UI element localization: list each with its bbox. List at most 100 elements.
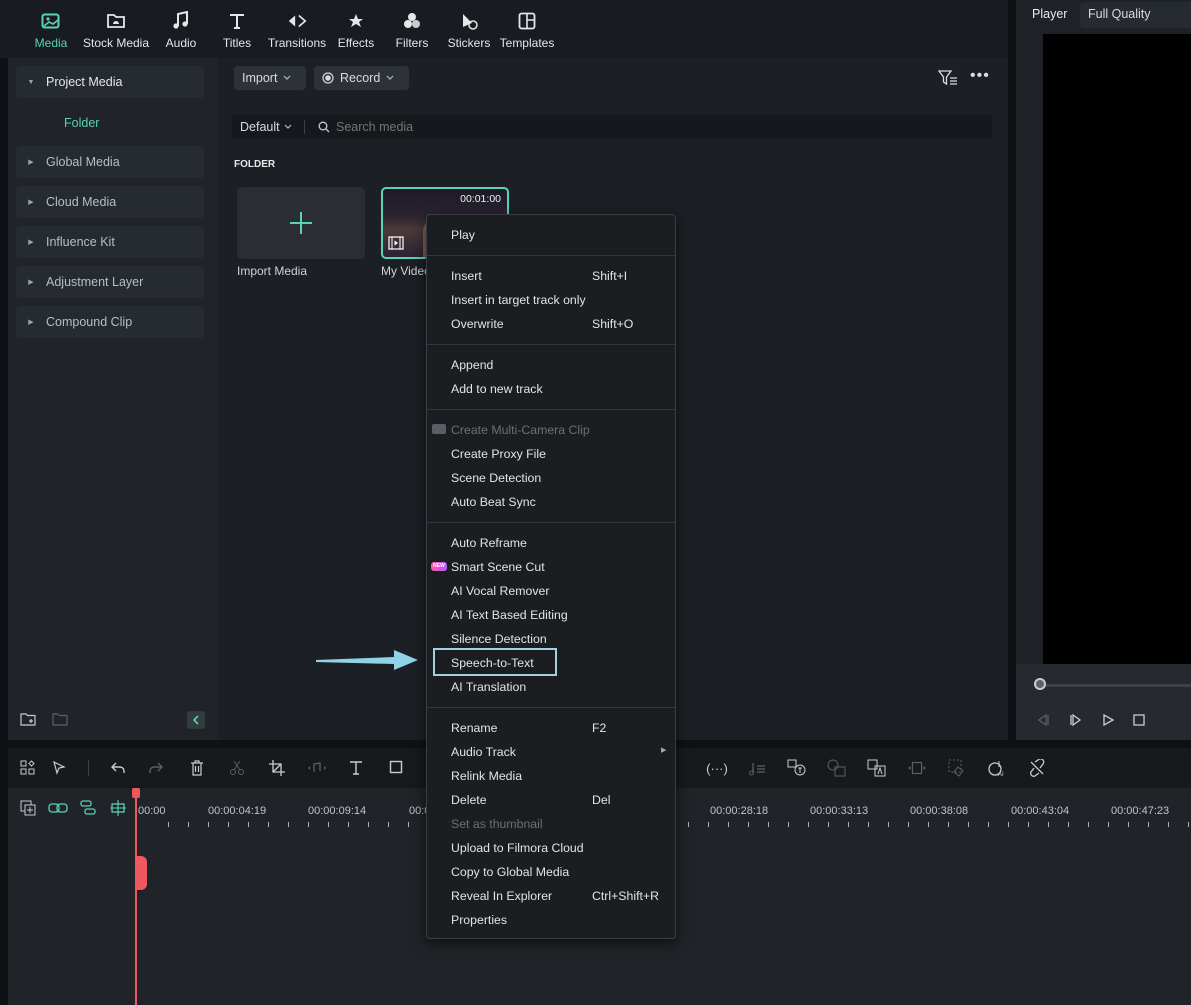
- menu-item-shortcut: Shift+I: [592, 269, 628, 283]
- ruler-tick: [868, 822, 869, 827]
- search-input[interactable]: [336, 118, 976, 136]
- menu-item-add-to-new-track[interactable]: Add to new track: [427, 378, 675, 400]
- progress-handle[interactable]: [1034, 678, 1046, 690]
- music-note-icon: [170, 10, 192, 32]
- menu-item-label: AI Translation: [451, 680, 527, 694]
- menu-item-audio-track[interactable]: Audio Track ▶: [427, 741, 675, 763]
- unlink-icon[interactable]: [1027, 758, 1047, 778]
- move-folder-icon[interactable]: [52, 712, 68, 729]
- menu-item-create-proxy-file[interactable]: Create Proxy File: [427, 443, 675, 465]
- menu-item-reveal-in-explorer[interactable]: Reveal In Explorer Ctrl+Shift+R: [427, 885, 675, 907]
- more-options-icon[interactable]: •••: [970, 68, 990, 84]
- menu-item-copy-to-global-media[interactable]: Copy to Global Media: [427, 861, 675, 883]
- scissors-icon[interactable]: [227, 758, 247, 778]
- record-button[interactable]: Record: [314, 66, 409, 90]
- crop-icon[interactable]: [267, 758, 287, 778]
- sidebar-item-influence-kit[interactable]: ▶ Influence Kit: [16, 226, 204, 258]
- sort-dropdown[interactable]: Default: [240, 120, 292, 134]
- menu-item-silence-detection[interactable]: Silence Detection: [427, 628, 675, 650]
- playhead-handle[interactable]: [132, 788, 140, 798]
- redo-icon[interactable]: [146, 758, 166, 778]
- caret-down-icon: ▼: [27, 78, 35, 86]
- link-clips-icon[interactable]: [48, 798, 68, 818]
- menu-separator: [427, 522, 675, 523]
- menu-item-insert-in-target-track-only[interactable]: Insert in target track only: [427, 289, 675, 311]
- chevron-down-icon: [386, 75, 394, 80]
- menu-item-properties[interactable]: Properties: [427, 909, 675, 931]
- playhead[interactable]: [135, 788, 137, 1005]
- speech-to-text-icon[interactable]: [787, 758, 807, 778]
- menu-item-ai-vocal-remover[interactable]: AI Vocal Remover: [427, 580, 675, 602]
- menu-item-smart-scene-cut[interactable]: NEW Smart Scene Cut: [427, 556, 675, 578]
- track-marker[interactable]: [136, 856, 147, 890]
- menu-item-relink-media[interactable]: Relink Media: [427, 765, 675, 787]
- filter-icon[interactable]: [937, 70, 958, 89]
- menu-item-overwrite[interactable]: Overwrite Shift+O: [427, 313, 675, 335]
- play-icon[interactable]: [1101, 713, 1115, 727]
- collapse-sidebar-button[interactable]: [187, 711, 205, 729]
- record-label: Record: [340, 71, 381, 85]
- menu-item-auto-beat-sync[interactable]: Auto Beat Sync: [427, 491, 675, 513]
- menu-item-delete[interactable]: Delete Del: [427, 789, 675, 811]
- quality-dropdown[interactable]: Full Quality: [1080, 2, 1191, 28]
- next-frame-icon[interactable]: [1069, 713, 1083, 727]
- tab-media[interactable]: Media: [16, 10, 86, 50]
- menu-item-ai-text-based-editing[interactable]: AI Text Based Editing: [427, 604, 675, 626]
- shape-tool-icon[interactable]: [387, 758, 407, 778]
- audio-ducking-icon[interactable]: [747, 758, 767, 778]
- sidebar-item-label: Influence Kit: [46, 235, 115, 249]
- import-media-tile[interactable]: [237, 187, 365, 259]
- freeze-frame-icon[interactable]: (···): [706, 758, 728, 778]
- import-button[interactable]: Import: [234, 66, 306, 90]
- highlight-box: [433, 648, 557, 676]
- keyframe-icon[interactable]: [907, 758, 927, 778]
- sidebar-item-adjustment-layer[interactable]: ▶ Adjustment Layer: [16, 266, 204, 298]
- tab-stock-media[interactable]: Stock Media: [81, 10, 151, 50]
- undo-icon[interactable]: [108, 758, 128, 778]
- ai-translation-icon[interactable]: [867, 758, 887, 778]
- ruler-tick: [1028, 822, 1029, 827]
- menu-item-shortcut: Shift+O: [592, 317, 634, 331]
- sidebar-item-compound-clip[interactable]: ▶ Compound Clip: [16, 306, 204, 338]
- ruler-label: 00:00:43:04: [1011, 805, 1070, 817]
- mask-icon[interactable]: [947, 758, 967, 778]
- menu-item-play[interactable]: Play: [427, 224, 675, 246]
- menu-item-label: AI Vocal Remover: [451, 584, 550, 598]
- ai-music-icon[interactable]: AI: [987, 758, 1007, 778]
- audio-stretch-icon[interactable]: [307, 758, 327, 778]
- select-tool-icon[interactable]: [50, 758, 70, 778]
- sidebar-item-global-media[interactable]: ▶ Global Media: [16, 146, 204, 178]
- ruler-tick: [948, 822, 949, 827]
- sidebar-item-project-media[interactable]: ▼ Project Media: [16, 66, 204, 98]
- menu-item-insert[interactable]: Insert Shift+I: [427, 265, 675, 287]
- text-to-speech-icon[interactable]: [827, 758, 847, 778]
- menu-item-ai-translation[interactable]: AI Translation: [427, 676, 675, 698]
- menu-item-auto-reframe[interactable]: Auto Reframe: [427, 532, 675, 554]
- sort-label: Default: [240, 120, 280, 134]
- previous-frame-icon[interactable]: [1036, 713, 1050, 727]
- ruler-tick: [1188, 822, 1189, 827]
- menu-item-append[interactable]: Append: [427, 354, 675, 376]
- layout-icon[interactable]: [18, 758, 38, 778]
- ruler-tick: [248, 822, 249, 827]
- add-track-icon[interactable]: [18, 798, 38, 818]
- menu-item-label: Silence Detection: [451, 632, 547, 646]
- tab-templates[interactable]: Templates: [492, 10, 562, 50]
- sidebar-subitem-folder[interactable]: Folder: [64, 116, 99, 130]
- sidebar-item-cloud-media[interactable]: ▶ Cloud Media: [16, 186, 204, 218]
- search-icon: [318, 121, 330, 133]
- annotation-arrow-icon: [316, 650, 418, 670]
- menu-item-rename[interactable]: Rename F2: [427, 717, 675, 739]
- progress-track[interactable]: [1040, 684, 1191, 687]
- track-group-icon[interactable]: [78, 798, 98, 818]
- new-folder-icon[interactable]: [20, 712, 36, 729]
- menu-item-scene-detection[interactable]: Scene Detection: [427, 467, 675, 489]
- delete-icon[interactable]: [187, 758, 207, 778]
- menu-item-label: Upload to Filmora Cloud: [451, 841, 584, 855]
- menu-item-upload-to-filmora-cloud[interactable]: Upload to Filmora Cloud: [427, 837, 675, 859]
- snap-icon[interactable]: [108, 798, 128, 818]
- stop-icon[interactable]: [1132, 713, 1146, 727]
- ruler-label: 00:00:38:08: [910, 805, 969, 817]
- caret-right-icon: ▶: [28, 199, 34, 206]
- text-tool-icon[interactable]: [347, 758, 367, 778]
